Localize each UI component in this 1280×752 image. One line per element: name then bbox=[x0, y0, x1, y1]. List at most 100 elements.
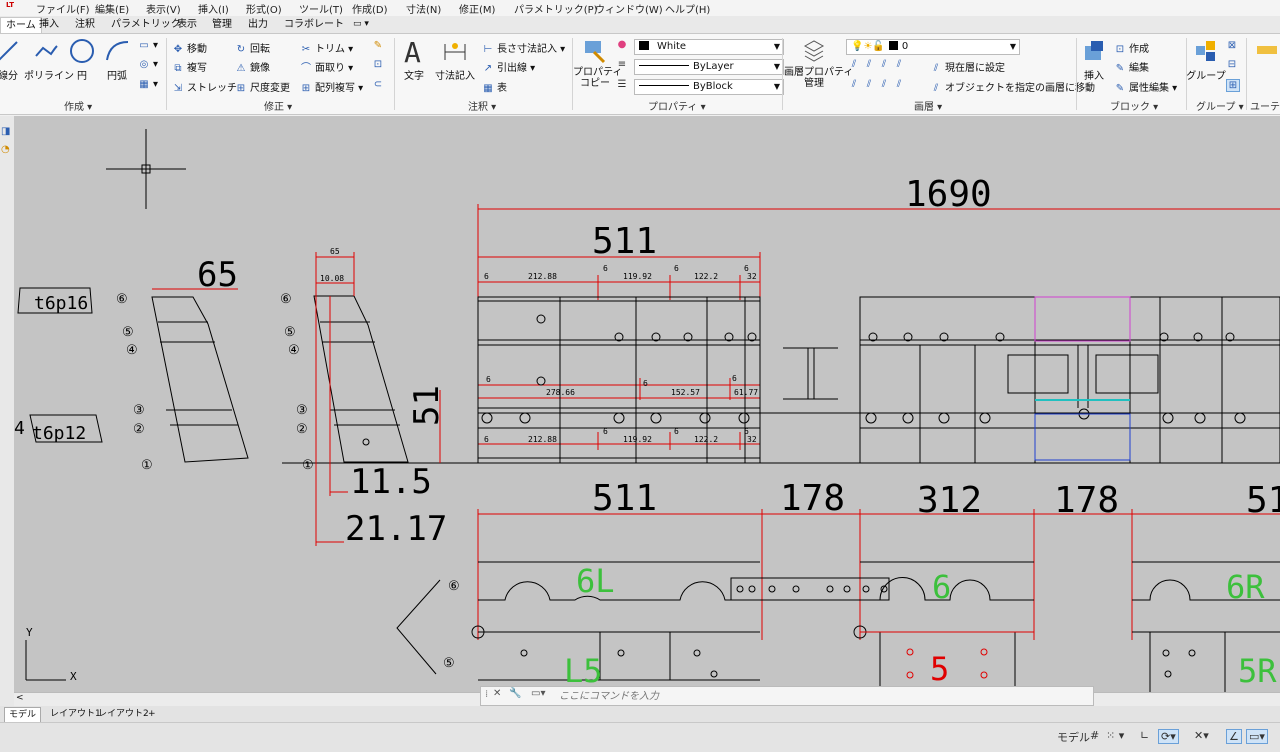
command-recent-icon[interactable]: ▭▾ bbox=[531, 688, 545, 699]
menu-window[interactable]: ウィンドウ(W) bbox=[595, 1, 663, 16]
ortho-icon[interactable]: ∟ bbox=[1140, 729, 1149, 742]
move-button[interactable]: ✥ 移動 bbox=[172, 40, 207, 55]
move-to-layer-button[interactable]: ⫽ オブジェクトを指定の画層に移動 bbox=[930, 79, 1095, 94]
text-button[interactable]: A 文字 bbox=[392, 38, 436, 82]
panel-block-label[interactable]: ブロック ▾ bbox=[1110, 98, 1158, 113]
copy-button[interactable]: ⧉ 複写 bbox=[172, 59, 207, 74]
arc-button[interactable]: 円弧 bbox=[95, 38, 139, 82]
command-line[interactable]: ⁞ ✕ 🔧 ▭▾ bbox=[480, 686, 1094, 706]
menu-insert[interactable]: 挿入(I) bbox=[198, 1, 229, 16]
erase-icon[interactable]: ✎ bbox=[372, 40, 387, 51]
set-current-button[interactable]: ⫽ 現在層に設定 bbox=[930, 59, 1005, 74]
menu-format[interactable]: 形式(O) bbox=[246, 1, 282, 16]
menu-dimension[interactable]: 寸法(N) bbox=[406, 1, 441, 16]
scale-button[interactable]: ⊞ 尺度変更 bbox=[235, 79, 290, 94]
layer-tools-icons-2[interactable]: ⫽ ⫽ ⫽ ⫽ bbox=[848, 79, 908, 90]
layer-properties-button[interactable]: 画層プロパティ 管理 bbox=[784, 38, 853, 89]
offset-icon[interactable]: ⊂ bbox=[372, 79, 387, 90]
menu-parametric[interactable]: パラメトリック(P) bbox=[514, 1, 598, 16]
view-cube-icon[interactable]: ◨ bbox=[1, 126, 10, 137]
tab-insert[interactable]: 挿入 bbox=[34, 17, 64, 32]
bottom-dim-312: 312 bbox=[917, 480, 982, 521]
drawing-svg[interactable]: 1690 511 6 212.88 6 119.92 6 122.2 6 32 … bbox=[14, 116, 1280, 692]
drawing-canvas[interactable]: 1690 511 6 212.88 6 119.92 6 122.2 6 32 … bbox=[14, 116, 1280, 692]
block-create-button[interactable]: ⊡ 作成 bbox=[1114, 40, 1149, 55]
tab-view[interactable]: 表示 bbox=[172, 17, 202, 32]
panel-create-label[interactable]: 作成 ▾ bbox=[64, 98, 92, 113]
mid-dim-6: 61.77 bbox=[734, 388, 758, 397]
match-properties-button[interactable]: プロパティ コピー bbox=[573, 38, 622, 89]
rectangle-icon[interactable]: ▭ ▾ bbox=[138, 40, 158, 51]
command-close-icon[interactable]: ✕ bbox=[493, 688, 501, 699]
ungroup-icon[interactable]: ⊠ bbox=[1226, 40, 1241, 51]
ellipse-icon[interactable]: ◎ ▾ bbox=[138, 59, 158, 70]
menu-modify[interactable]: 修正(M) bbox=[459, 1, 495, 16]
panel-group-label[interactable]: グループ ▾ bbox=[1196, 98, 1244, 113]
steering-icon[interactable]: ◔ bbox=[1, 144, 10, 155]
polar-icon[interactable]: ⟳▾ bbox=[1158, 729, 1179, 744]
hatch-icon[interactable]: ▦ ▾ bbox=[138, 79, 158, 90]
group-button[interactable]: グループ bbox=[1184, 38, 1228, 82]
leader-button[interactable]: ↗ 引出線 ▾ bbox=[482, 59, 535, 74]
ucs-x-label: X bbox=[70, 670, 77, 683]
blue-plate bbox=[1034, 413, 1131, 461]
command-input[interactable] bbox=[557, 688, 1081, 704]
workspace-dropdown-icon[interactable]: ▭ ▾ bbox=[348, 17, 374, 32]
table-button[interactable]: ▦ 表 bbox=[482, 79, 507, 94]
color-combo[interactable]: White ▼ bbox=[634, 39, 784, 55]
tab-manage[interactable]: 管理 bbox=[207, 17, 237, 32]
menu-edit[interactable]: 編集(E) bbox=[95, 1, 129, 16]
otrack-icon[interactable]: ▭▾ bbox=[1246, 729, 1268, 744]
panel-modify-label[interactable]: 修正 ▾ bbox=[264, 98, 292, 113]
panel-layers-label[interactable]: 画層 ▾ bbox=[914, 98, 942, 113]
linetype-combo[interactable]: ByLayer ▼ bbox=[634, 59, 784, 75]
tab-output[interactable]: 出力 bbox=[243, 17, 273, 32]
panel-annotation-label[interactable]: 注釈 ▾ bbox=[468, 98, 496, 113]
insert-block-button[interactable]: 挿入 bbox=[1072, 38, 1116, 82]
array-button[interactable]: ⊞ 配列複写 ▾ bbox=[300, 79, 363, 94]
scroll-left-icon[interactable]: < bbox=[16, 693, 24, 703]
menu-help[interactable]: ヘルプ(H) bbox=[665, 1, 710, 16]
layout-tab-model[interactable]: モデル bbox=[4, 707, 42, 723]
menu-tools[interactable]: ツール(T) bbox=[299, 1, 343, 16]
isodraft-icon[interactable]: ✕▾ bbox=[1194, 729, 1209, 742]
stretch-button[interactable]: ⇲ ストレッチ bbox=[172, 79, 237, 94]
svg-text:⑥: ⑥ bbox=[448, 579, 460, 594]
svg-text:L5: L5 bbox=[564, 652, 603, 690]
layout-tab-add[interactable]: + bbox=[144, 707, 160, 721]
layer-tools-icons[interactable]: ⫽ ⫽ ⫽ ⫽ bbox=[848, 59, 908, 70]
group-edit-icon[interactable]: ⊟ bbox=[1226, 59, 1241, 70]
tab-collaborate[interactable]: コラボレート bbox=[279, 17, 349, 32]
group-select-icon[interactable]: ⊞ bbox=[1226, 79, 1243, 92]
trim-button[interactable]: ✂ トリム ▾ bbox=[300, 40, 353, 55]
menu-view[interactable]: 表示(V) bbox=[146, 1, 181, 16]
plate-tag-t6p12: t6p12 bbox=[29, 414, 103, 444]
bottom-dim-511: 511 bbox=[592, 478, 657, 519]
tab-annotate[interactable]: 注釈 bbox=[70, 17, 100, 32]
explode-icon[interactable]: ⊡ bbox=[372, 59, 387, 70]
sub-dim-6: 122.2 bbox=[694, 272, 718, 281]
status-model[interactable]: モデル bbox=[1057, 729, 1090, 745]
menu-draw[interactable]: 作成(D) bbox=[352, 1, 388, 16]
dim-65-left-text: 65 bbox=[197, 255, 238, 295]
grid-icon[interactable]: # bbox=[1090, 729, 1099, 742]
measure-button[interactable]: 計測 bbox=[1255, 38, 1280, 67]
snap-icon[interactable]: ⁙ ▾ bbox=[1106, 729, 1124, 742]
menu-file[interactable]: ファイル(F) bbox=[36, 1, 90, 16]
linear-dim-button[interactable]: ⊢ 長さ寸法記入 ▾ bbox=[482, 40, 566, 55]
svg-text:④: ④ bbox=[126, 343, 138, 358]
osnap-icon[interactable]: ∠ bbox=[1226, 729, 1242, 744]
dimension-button[interactable]: 寸法記入 bbox=[433, 38, 477, 82]
svg-text:5R: 5R bbox=[1238, 652, 1277, 690]
fillet-button[interactable]: ⌒ 面取り ▾ bbox=[300, 59, 353, 74]
block-edit-button[interactable]: ✎ 編集 bbox=[1114, 59, 1149, 74]
lineweight-combo[interactable]: ByBlock ▼ bbox=[634, 79, 784, 95]
rotate-button[interactable]: ↻ 回転 bbox=[235, 40, 270, 55]
app-logo[interactable]: LT bbox=[6, 1, 14, 9]
panel-properties-label[interactable]: プロパティ ▾ bbox=[648, 98, 706, 113]
command-wrench-icon[interactable]: 🔧 bbox=[509, 688, 521, 699]
attr-edit-button[interactable]: ✎ 属性編集 ▾ bbox=[1114, 79, 1177, 94]
panel-utility-label[interactable]: ユーティ bbox=[1250, 98, 1280, 113]
layer-combo[interactable]: 💡☀🔓 0 ▼ bbox=[846, 39, 1020, 55]
mirror-button[interactable]: ⚠ 鏡像 bbox=[235, 59, 270, 74]
